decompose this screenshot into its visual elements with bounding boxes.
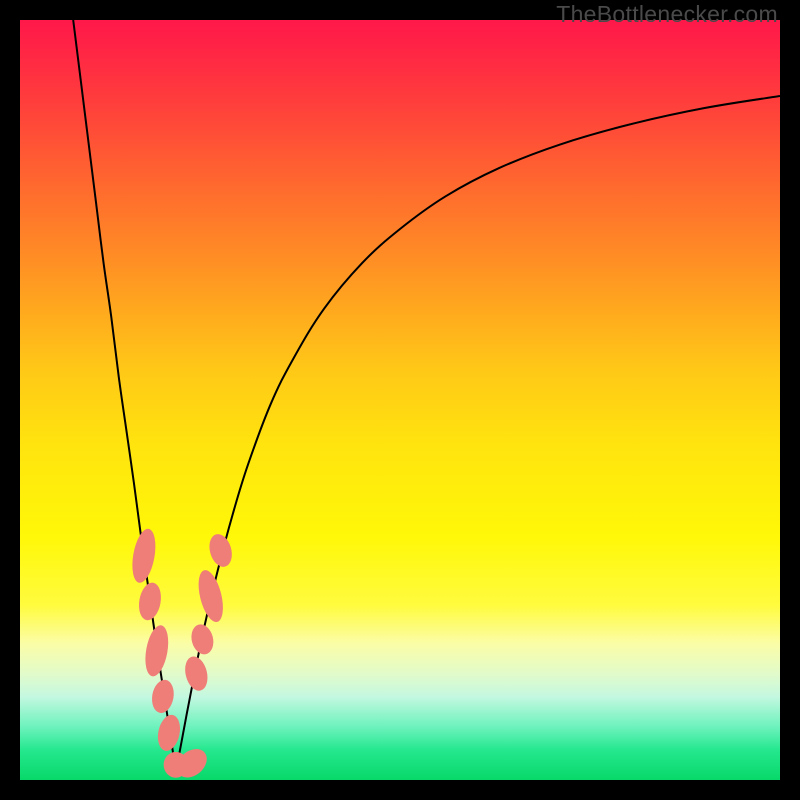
plot-area — [20, 20, 780, 780]
right-marker-4 — [206, 531, 236, 569]
right-marker-2 — [188, 622, 216, 657]
left-marker-2 — [136, 581, 164, 622]
curve-layer — [20, 20, 780, 780]
left-marker-3 — [142, 624, 172, 679]
left-marker-1 — [129, 527, 159, 585]
right-marker-3 — [194, 568, 228, 625]
right-marker-1 — [182, 654, 211, 693]
bottleneck-curve-right — [176, 96, 780, 772]
chart-frame: TheBottlenecker.com — [0, 0, 800, 800]
left-marker-4 — [149, 678, 176, 715]
watermark-text: TheBottlenecker.com — [556, 1, 778, 28]
left-marker-5 — [155, 713, 183, 753]
